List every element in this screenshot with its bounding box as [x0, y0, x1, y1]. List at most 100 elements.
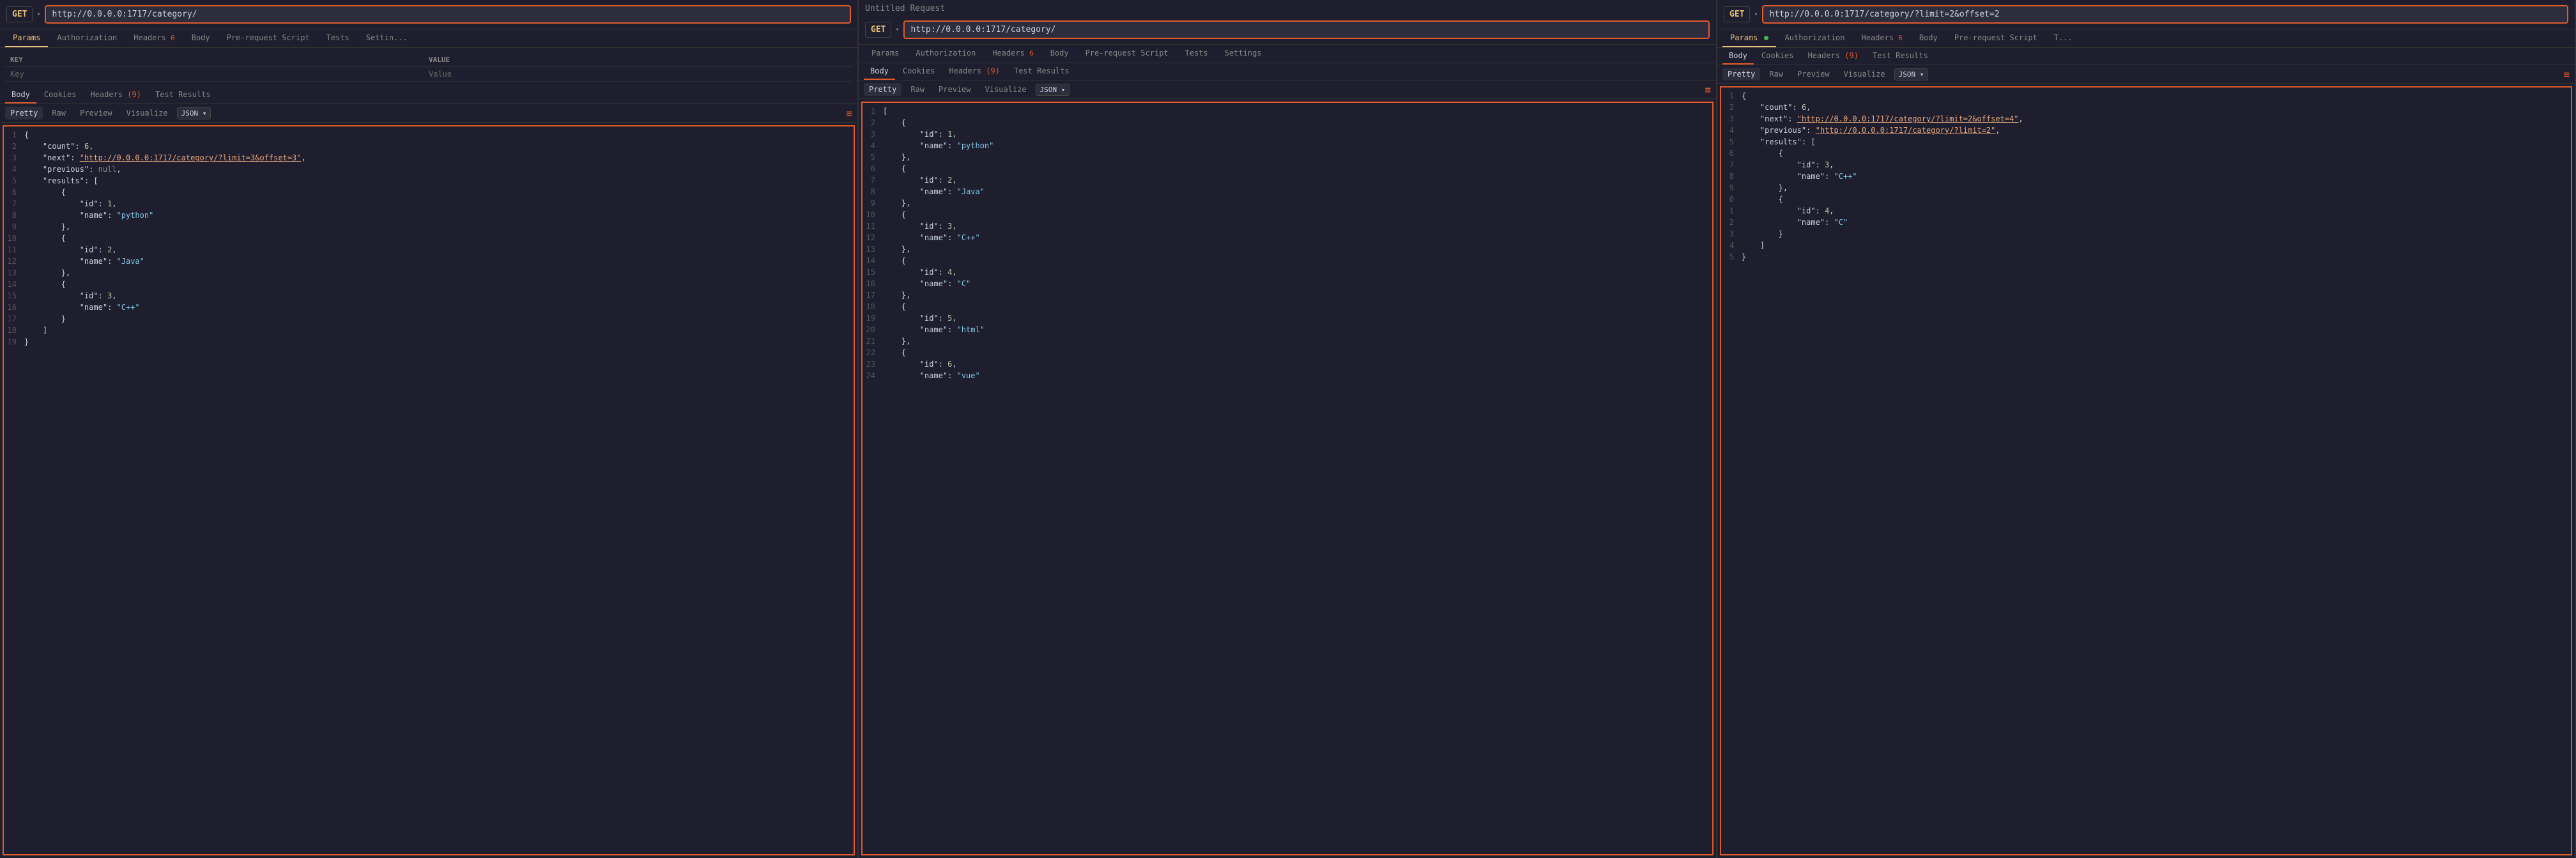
- value-placeholder[interactable]: Value: [429, 70, 847, 79]
- request-bar-1: GET ▾ http://0.0.0.0:1717/category/: [0, 0, 857, 29]
- format-pretty-2[interactable]: Pretty: [864, 83, 901, 96]
- code-line: 18 {: [862, 301, 1712, 312]
- tab-headers-1[interactable]: Headers 6: [126, 29, 182, 47]
- code-line: 8 "name": "C++": [1721, 171, 2571, 182]
- code-line: 7 "id": 1,: [4, 198, 854, 210]
- code-line: 5 },: [862, 151, 1712, 163]
- code-line: 1 "id": 4,: [1721, 205, 2571, 217]
- code-line: 22 {: [862, 347, 1712, 358]
- wrap-icon-2[interactable]: ≡: [1705, 84, 1711, 96]
- format-raw-3[interactable]: Raw: [1764, 68, 1788, 80]
- code-line: 2 "count": 6,: [1721, 102, 2571, 113]
- sub-tab-bar-3: Body Cookies Headers (9) Test Results: [1717, 48, 2575, 65]
- code-line: 6 {: [862, 163, 1712, 174]
- tab-prereq-2[interactable]: Pre-request Script: [1078, 45, 1176, 63]
- method-badge-3[interactable]: GET: [1724, 6, 1750, 22]
- tab-headers-2[interactable]: Headers 6: [985, 45, 1041, 63]
- sub-tab-headers-1[interactable]: Headers (9): [84, 87, 147, 103]
- code-line: 11 "id": 2,: [4, 244, 854, 256]
- format-preview-1[interactable]: Preview: [75, 107, 118, 119]
- code-area-3[interactable]: 1{ 2 "count": 6, 3 "next": "http://0.0.0…: [1720, 86, 2572, 855]
- code-line: 23 "id": 6,: [862, 358, 1712, 370]
- wrap-icon-3[interactable]: ≡: [2563, 68, 2570, 80]
- code-line: 5 "results": [: [1721, 136, 2571, 148]
- code-line: 2 "name": "C": [1721, 217, 2571, 228]
- tab-tests-3[interactable]: T...: [2046, 29, 2080, 47]
- panel-1: GET ▾ http://0.0.0.0:1717/category/ Para…: [0, 0, 859, 858]
- tab-bar-3: Params Authorization Headers 6 Body Pre-…: [1717, 29, 2575, 48]
- code-line: 6 {: [4, 187, 854, 198]
- code-line: 19 "id": 5,: [862, 312, 1712, 324]
- format-visualize-2[interactable]: Visualize: [980, 83, 1032, 96]
- code-area-1[interactable]: 1{ 2 "count": 6, 3 "next": "http://0.0.0…: [3, 125, 855, 855]
- format-preview-2[interactable]: Preview: [933, 83, 976, 96]
- tab-prereq-1[interactable]: Pre-request Script: [219, 29, 318, 47]
- format-pretty-3[interactable]: Pretty: [1722, 68, 1760, 80]
- code-line: 20 "name": "html": [862, 324, 1712, 335]
- code-line: 4 "previous": null,: [4, 164, 854, 175]
- method-badge-2[interactable]: GET: [865, 22, 891, 38]
- json-select-1[interactable]: JSON ▾: [177, 107, 211, 119]
- sub-tab-testresults-3[interactable]: Test Results: [1866, 48, 1935, 65]
- tab-headers-3[interactable]: Headers 6: [1854, 29, 1910, 47]
- sub-tab-cookies-2[interactable]: Cookies: [896, 63, 942, 80]
- code-line: 14 {: [862, 255, 1712, 266]
- tab-settings-2[interactable]: Settings: [1217, 45, 1269, 63]
- json-select-3[interactable]: JSON ▾: [1894, 68, 1929, 80]
- sub-tab-testresults-2[interactable]: Test Results: [1008, 63, 1076, 80]
- url-input-2[interactable]: http://0.0.0.0:1717/category/: [903, 20, 1710, 39]
- sub-tab-testresults-1[interactable]: Test Results: [149, 87, 217, 103]
- method-arrow-2: ▾: [895, 26, 899, 33]
- code-line: 6 {: [1721, 148, 2571, 159]
- format-visualize-3[interactable]: Visualize: [1839, 68, 1890, 80]
- tab-body-2[interactable]: Body: [1043, 45, 1077, 63]
- tab-params-3[interactable]: Params: [1722, 29, 1776, 47]
- params-table-1: KEY VALUE Key Value: [0, 48, 857, 87]
- tab-params-1[interactable]: Params: [5, 29, 48, 47]
- code-line: 10 {: [862, 209, 1712, 220]
- tab-prereq-3[interactable]: Pre-request Script: [1947, 29, 2045, 47]
- code-line: 7 "id": 2,: [862, 174, 1712, 186]
- format-pretty-1[interactable]: Pretty: [5, 107, 43, 119]
- tab-auth-2[interactable]: Authorization: [908, 45, 983, 63]
- format-preview-3[interactable]: Preview: [1792, 68, 1835, 80]
- code-line: 24 "name": "vue": [862, 370, 1712, 381]
- code-line: 4 "name": "python": [862, 140, 1712, 151]
- sub-tab-cookies-1[interactable]: Cookies: [38, 87, 83, 103]
- method-badge-1[interactable]: GET: [6, 6, 33, 22]
- sub-tab-body-2[interactable]: Body: [864, 63, 895, 80]
- method-arrow-1: ▾: [36, 11, 40, 18]
- request-bar-2: GET ▾ http://0.0.0.0:1717/category/: [859, 15, 1716, 45]
- panel-2: Untitled Request GET ▾ http://0.0.0.0:17…: [859, 0, 1717, 858]
- tab-settings-1[interactable]: Settin...: [358, 29, 415, 47]
- tab-body-3[interactable]: Body: [1912, 29, 1945, 47]
- code-line: 9 },: [4, 221, 854, 233]
- code-line: 11 "id": 3,: [862, 220, 1712, 232]
- sub-tab-body-1[interactable]: Body: [5, 87, 36, 103]
- tab-tests-2[interactable]: Tests: [1177, 45, 1216, 63]
- format-raw-2[interactable]: Raw: [905, 83, 930, 96]
- code-line: 4 "previous": "http://0.0.0.0:1717/categ…: [1721, 125, 2571, 136]
- code-line: 3 "next": "http://0.0.0.0:1717/category/…: [4, 152, 854, 164]
- tab-auth-3[interactable]: Authorization: [1777, 29, 1853, 47]
- sub-tab-headers-3[interactable]: Headers (9): [1801, 48, 1864, 65]
- code-line: 3 "next": "http://0.0.0.0:1717/category/…: [1721, 113, 2571, 125]
- code-line: 13 },: [862, 243, 1712, 255]
- tab-auth-1[interactable]: Authorization: [49, 29, 125, 47]
- sub-tab-headers-2[interactable]: Headers (9): [942, 63, 1006, 80]
- tab-params-2[interactable]: Params: [864, 45, 907, 63]
- tab-tests-1[interactable]: Tests: [319, 29, 357, 47]
- format-visualize-1[interactable]: Visualize: [121, 107, 173, 119]
- json-select-2[interactable]: JSON ▾: [1036, 84, 1070, 96]
- url-input-3[interactable]: http://0.0.0.0:1717/category/?limit=2&of…: [1762, 5, 2568, 24]
- sub-tab-body-3[interactable]: Body: [1722, 48, 1754, 65]
- wrap-icon-1[interactable]: ≡: [846, 107, 852, 119]
- key-placeholder[interactable]: Key: [10, 70, 429, 79]
- code-line: 7 "id": 3,: [1721, 159, 2571, 171]
- url-input-1[interactable]: http://0.0.0.0:1717/category/: [45, 5, 851, 24]
- sub-tab-cookies-3[interactable]: Cookies: [1755, 48, 1800, 65]
- sub-tab-bar-1: Body Cookies Headers (9) Test Results: [0, 87, 857, 104]
- tab-body-1[interactable]: Body: [184, 29, 218, 47]
- format-raw-1[interactable]: Raw: [47, 107, 71, 119]
- code-area-2[interactable]: 1[ 2 { 3 "id": 1, 4 "name": "python" 5 }…: [861, 102, 1713, 855]
